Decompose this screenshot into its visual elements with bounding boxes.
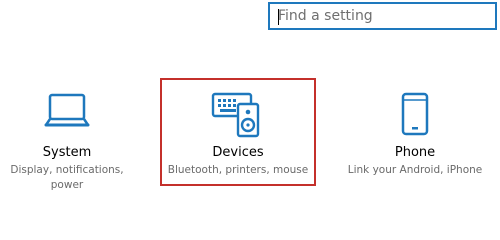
search-input[interactable] xyxy=(270,4,495,28)
text-caret xyxy=(278,9,279,25)
settings-tile-devices[interactable]: Devices Bluetooth, printers, mouse xyxy=(160,78,316,186)
tile-subtitle: Display, notifications, power xyxy=(10,164,124,191)
tile-subtitle: Link your Android, iPhone xyxy=(347,164,483,176)
phone-icon xyxy=(401,92,429,136)
laptop-icon xyxy=(44,93,90,127)
settings-tile-phone[interactable]: Phone Link your Android, iPhone xyxy=(330,78,500,186)
tile-title: Phone xyxy=(394,145,436,160)
tile-title: System xyxy=(42,145,92,160)
tile-subtitle: Bluetooth, printers, mouse xyxy=(167,164,309,176)
search-box[interactable] xyxy=(268,2,497,30)
settings-tile-system[interactable]: System Display, notifications, power xyxy=(0,78,134,191)
tile-title: Devices xyxy=(212,145,264,160)
keyboard-speaker-icon xyxy=(211,92,260,138)
